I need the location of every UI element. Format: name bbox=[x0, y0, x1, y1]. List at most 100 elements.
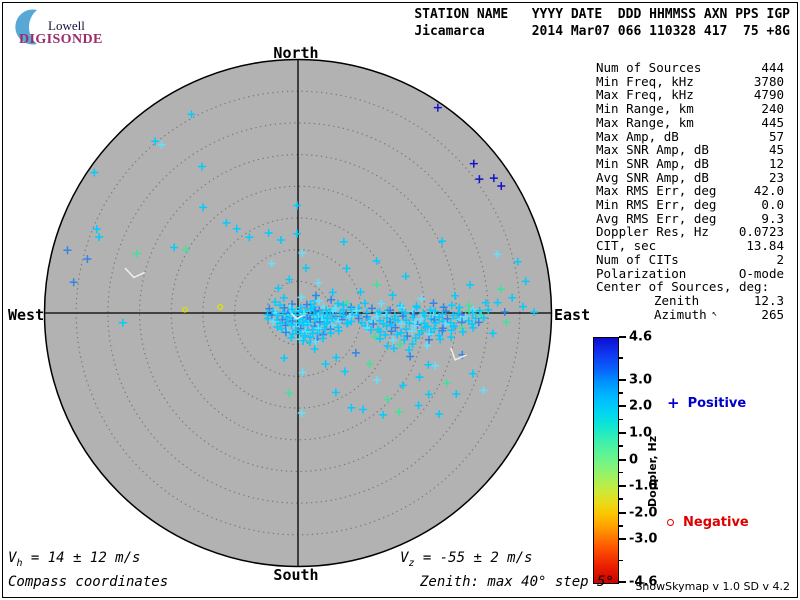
stats-value: 445 bbox=[761, 114, 784, 130]
stats-value: 0.0723 bbox=[738, 224, 784, 240]
colorbar-tick-label: -2.0 bbox=[629, 505, 658, 521]
stats-value: 23 bbox=[768, 169, 784, 185]
stats-row-center-of-sources-deg: Center of Sources, deg: bbox=[596, 280, 784, 294]
colorbar-minor-tick bbox=[619, 418, 623, 421]
stats-row-polarization: Polarization O-mode bbox=[596, 265, 784, 281]
colorbar-tick-label: -3.0 bbox=[629, 531, 658, 547]
colorbar-major-tick bbox=[619, 431, 626, 434]
colorbar-minor-tick bbox=[619, 445, 623, 447]
colorbar-major-tick bbox=[619, 538, 626, 541]
measurement-stats-panel: Num of Sources 444 Min Freq, kHz 3780 Max Fr… bbox=[596, 61, 784, 321]
stats-value: 57 bbox=[768, 128, 784, 144]
stats-value: 0.0 bbox=[761, 197, 784, 213]
showskymap-window: Lowell DIGISONDE STATION NAME YYYY DATE … bbox=[0, 0, 800, 600]
coordinate-system-note: Compass coordinates bbox=[8, 574, 169, 590]
colorbar-tick-label: 4.6 bbox=[629, 329, 653, 345]
stats-label: Avg RMS Err, deg bbox=[596, 210, 717, 226]
stats-value: 240 bbox=[761, 101, 784, 117]
colorbar-major-tick bbox=[619, 405, 626, 408]
compass-label-south: South bbox=[273, 566, 319, 584]
stats-label: Azimuth bbox=[654, 306, 707, 322]
colorbar-major-tick bbox=[619, 511, 626, 514]
colorbar-tick-label: 0 bbox=[629, 452, 639, 467]
stats-label: Max SNR Amp, dB bbox=[596, 142, 709, 158]
stats-row-min-rms-err-deg: Min RMS Err, deg 0.0 bbox=[596, 198, 784, 212]
stats-label: Max Range, km bbox=[596, 114, 694, 130]
colorbar-major-tick bbox=[619, 378, 626, 381]
stats-row-max-snr-amp-db: Max SNR Amp, dB 45 bbox=[596, 143, 784, 157]
stats-label: Min Range, km bbox=[596, 101, 694, 117]
header-column-titles: STATION NAME YYYY DATE DDD HHMMSS AXN PP… bbox=[414, 7, 790, 22]
stats-label: Max RMS Err, deg bbox=[596, 183, 717, 199]
compass-label-east: East bbox=[554, 306, 591, 324]
stats-label: Center of Sources, deg: bbox=[596, 279, 770, 295]
stats-row-num-of-sources: Num of Sources 444 bbox=[596, 61, 784, 75]
azimuth-direction-icon: ↖ bbox=[711, 308, 718, 319]
legend-positive: + Positive bbox=[667, 394, 746, 412]
stats-value: 42.0 bbox=[753, 183, 784, 199]
zenith-grid-note: Zenith: max 40° step 5° bbox=[420, 574, 614, 590]
stats-value: 4790 bbox=[753, 87, 784, 103]
stats-row-max-range-km: Max Range, km 445 bbox=[596, 116, 784, 130]
vertical-velocity-readout: Vz = -55 ± 2 m/s bbox=[400, 550, 533, 569]
stats-value: 444 bbox=[761, 60, 784, 75]
colorbar-minor-tick bbox=[619, 357, 623, 359]
stats-row-min-snr-amp-db: Min SNR Amp, dB 12 bbox=[596, 157, 784, 171]
stats-row-doppler-res-hz: Doppler Res, Hz 0.0723 bbox=[596, 225, 784, 239]
stats-value: 9.3 bbox=[761, 210, 784, 226]
doppler-colorbar-title: Doppler, Hz bbox=[646, 435, 659, 507]
colorbar-minor-tick bbox=[619, 391, 623, 394]
software-version: ShowSkymap v 1.0 SD v 4.2 bbox=[635, 580, 790, 593]
horizontal-velocity-readout: Vh = 14 ± 12 m/s bbox=[8, 550, 141, 569]
colorbar-minor-tick bbox=[619, 471, 623, 474]
colorbar-minor-tick bbox=[619, 559, 623, 562]
stats-value: 12.3 bbox=[753, 292, 784, 308]
stats-row-max-rms-err-deg: Max RMS Err, deg 42.0 bbox=[596, 184, 784, 198]
header-station-values: Jicamarca 2014 Mar07 066 110328 417 75 +… bbox=[414, 24, 790, 39]
skymap-polar-plot bbox=[43, 58, 553, 568]
colorbar-tick-label: 3.0 bbox=[629, 372, 653, 388]
stats-row-min-range-km: Min Range, km 240 bbox=[596, 102, 784, 116]
stats-row-zenith: Zenith 12.3 bbox=[596, 294, 784, 308]
stats-row-max-amp-db: Max Amp, dB 57 bbox=[596, 128, 784, 144]
colorbar-tick-label: 2.0 bbox=[629, 398, 653, 414]
colorbar-major-tick bbox=[619, 581, 626, 583]
stats-value: 45 bbox=[768, 142, 784, 158]
stats-label: Polarization bbox=[596, 265, 687, 281]
compass-label-west: West bbox=[8, 306, 45, 324]
stats-row-max-freq-khz: Max Freq, kHz 4790 bbox=[596, 88, 784, 102]
stats-label: Max Amp, dB bbox=[596, 128, 679, 144]
stats-value: 12 bbox=[768, 155, 784, 171]
stats-row-avg-rms-err-deg: Avg RMS Err, deg 9.3 bbox=[596, 212, 784, 226]
stats-value: 265 bbox=[761, 306, 784, 322]
stats-label: Max Freq, kHz bbox=[596, 87, 694, 103]
legend-negative: Negative bbox=[667, 515, 749, 530]
stats-value: 2 bbox=[776, 251, 784, 267]
stats-row-azimuth: Azimuth ↖ 265 bbox=[596, 306, 784, 322]
stats-value: 3780 bbox=[753, 73, 784, 89]
stats-label: Num of CITs bbox=[596, 251, 679, 267]
stats-label: CIT, sec bbox=[596, 238, 657, 254]
stats-value: 13.84 bbox=[746, 238, 784, 254]
colorbar-major-tick bbox=[619, 336, 626, 338]
doppler-colorbar bbox=[593, 337, 619, 584]
stats-label: Zenith bbox=[654, 292, 700, 308]
stats-row-avg-snr-amp-db: Avg SNR Amp, dB 23 bbox=[596, 169, 784, 185]
stats-label: Num of Sources bbox=[596, 60, 702, 75]
logo-digisonde-text: DIGISONDE bbox=[19, 32, 103, 47]
legend-negative-label: Negative bbox=[683, 515, 749, 530]
legend-positive-label: Positive bbox=[687, 395, 747, 411]
stats-label: Min RMS Err, deg bbox=[596, 197, 717, 213]
plus-marker-icon: + bbox=[667, 394, 680, 412]
stats-value: O-mode bbox=[738, 265, 784, 281]
stats-label: Doppler Res, Hz bbox=[596, 224, 709, 240]
circle-marker-icon bbox=[667, 519, 674, 526]
colorbar-major-tick bbox=[619, 485, 626, 488]
colorbar-minor-tick bbox=[619, 525, 623, 527]
colorbar-minor-tick bbox=[619, 498, 623, 501]
stats-row-cit-sec: CIT, sec 13.84 bbox=[596, 239, 784, 253]
stats-label: Min SNR Amp, dB bbox=[596, 155, 709, 171]
colorbar-major-tick bbox=[619, 458, 626, 461]
stats-label: Avg SNR Amp, dB bbox=[596, 169, 709, 185]
stats-label: Min Freq, kHz bbox=[596, 73, 694, 89]
